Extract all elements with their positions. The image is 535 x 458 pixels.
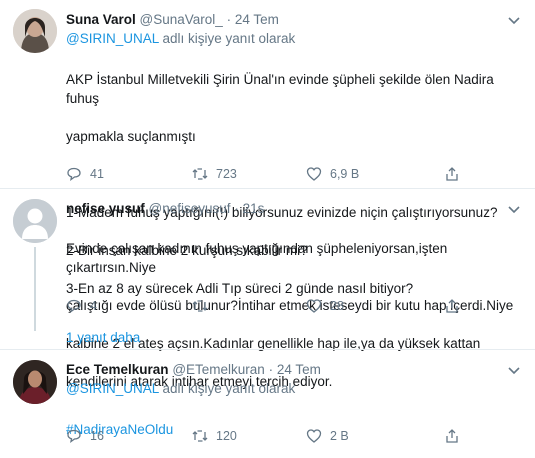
reply-context: @SIRIN_UNAL adlı kişiye yanıt olarak <box>66 381 295 396</box>
heart-icon <box>306 429 322 443</box>
display-name[interactable]: Suna Varol <box>66 12 136 27</box>
reply-context: @SIRIN_UNAL adlı kişiye yanıt olarak <box>66 31 295 46</box>
reply-icon <box>67 167 81 181</box>
display-name[interactable]: nefise yusuf <box>66 201 145 216</box>
retweet-button[interactable]: 723 <box>192 165 237 183</box>
tweet-header: Suna Varol @SunaVarol_ · 24 Tem <box>66 12 279 27</box>
timestamp[interactable]: 21s <box>243 201 265 216</box>
reply-suffix: adlı kişiye yanıt olarak <box>162 381 296 396</box>
retweet-button[interactable] <box>192 297 216 315</box>
retweet-count: 723 <box>216 167 237 181</box>
user-handle[interactable]: @nefiseyusuf <box>149 201 231 216</box>
share-icon <box>446 167 458 181</box>
chevron-down-icon[interactable] <box>507 366 521 376</box>
user-handle[interactable]: @SunaVarol_ <box>140 12 223 27</box>
tweet-nefise-yusuf[interactable]: nefise yusuf @nefiseyusuf · 21s Evinde ç… <box>0 189 535 389</box>
timestamp[interactable]: 24 Tem <box>277 362 321 377</box>
woman-portrait-icon <box>13 9 57 53</box>
retweet-button[interactable]: 120 <box>192 427 237 445</box>
thread-line <box>34 247 36 331</box>
woman-portrait-icon <box>13 360 57 404</box>
default-user-icon <box>13 199 57 243</box>
reply-button[interactable]: 4 <box>66 297 97 315</box>
action-bar: 41 723 6,9 B <box>66 165 486 183</box>
tweet-suna-varol[interactable]: Suna Varol @SunaVarol_ · 24 Tem @SIRIN_U… <box>0 0 535 296</box>
text-line: AKP İstanbul Milletvekili Şirin Ünal'ın … <box>66 72 494 106</box>
reply-icon <box>67 429 81 443</box>
reply-suffix: adlı kişiye yanıt olarak <box>162 31 296 46</box>
timestamp[interactable]: 24 Tem <box>235 12 279 27</box>
show-more-replies-link[interactable]: 1 yanıt daha <box>66 330 140 345</box>
display-name[interactable]: Ece Temelkuran <box>66 362 169 377</box>
chevron-down-icon[interactable] <box>507 205 521 215</box>
separator-dot: · <box>234 201 239 216</box>
like-button[interactable]: 6,9 B <box>306 165 359 183</box>
like-count: 28 <box>330 299 344 313</box>
reply-count: 41 <box>90 167 104 181</box>
reply-user-link[interactable]: @SIRIN_UNAL <box>66 31 159 46</box>
like-button[interactable]: 28 <box>306 297 344 315</box>
reply-button[interactable]: 41 <box>66 165 104 183</box>
like-count: 6,9 B <box>330 167 360 181</box>
tweet-ece-temelkuran[interactable]: Ece Temelkuran @ETemelkuran · 24 Tem @SI… <box>0 350 535 458</box>
share-icon <box>446 299 458 313</box>
chevron-down-icon[interactable] <box>507 16 521 26</box>
share-icon <box>446 429 458 443</box>
retweet-icon <box>192 300 208 312</box>
text-line: Evinde çalışan kadının fuhuş yaptığından… <box>66 241 448 275</box>
share-button[interactable] <box>444 427 460 445</box>
tweet-header: nefise yusuf @nefiseyusuf · 21s <box>66 201 264 216</box>
retweet-count: 120 <box>216 429 237 443</box>
reply-icon <box>67 299 81 313</box>
action-bar: 16 120 2 B <box>66 427 486 445</box>
reply-count: 4 <box>90 299 97 313</box>
retweet-icon <box>192 430 208 442</box>
separator-dot: · <box>226 12 232 27</box>
reply-button[interactable]: 16 <box>66 427 104 445</box>
separator-dot: · <box>268 362 274 377</box>
tweet-header: Ece Temelkuran @ETemelkuran · 24 Tem <box>66 362 321 377</box>
avatar[interactable] <box>13 360 57 404</box>
share-button[interactable] <box>444 165 460 183</box>
heart-icon <box>306 299 322 313</box>
reply-count: 16 <box>90 429 104 443</box>
avatar[interactable] <box>13 199 57 243</box>
like-button[interactable]: 2 B <box>306 427 349 445</box>
retweet-icon <box>192 168 208 180</box>
avatar[interactable] <box>13 9 57 53</box>
like-count: 2 B <box>330 429 349 443</box>
heart-icon <box>306 167 322 181</box>
reply-user-link[interactable]: @SIRIN_UNAL <box>66 381 159 396</box>
share-button[interactable] <box>444 297 460 315</box>
text-line: yapmakla suçlanmıştı <box>66 129 196 144</box>
action-bar: 4 28 <box>66 297 486 315</box>
user-handle[interactable]: @ETemelkuran <box>172 362 265 377</box>
